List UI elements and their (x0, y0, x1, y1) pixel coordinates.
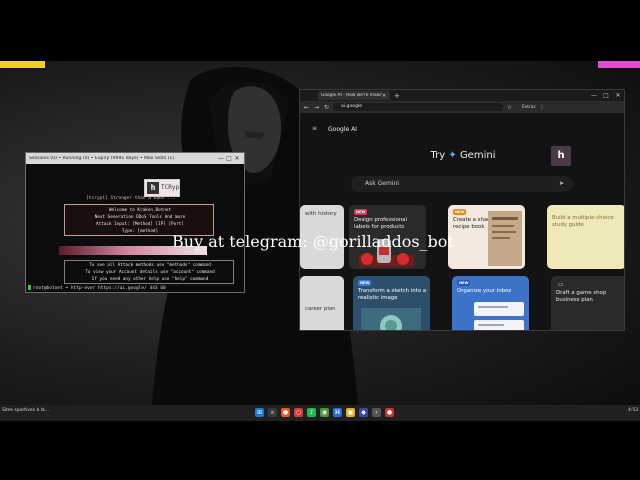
suggestion-card[interactable]: NEW Organize your inbox (452, 276, 529, 330)
firefox-icon[interactable]: ● (281, 408, 290, 417)
app-icon[interactable]: ● (385, 408, 394, 417)
minimize-icon[interactable]: — (217, 153, 225, 164)
card-title: Draft a game shop business plan (556, 290, 607, 303)
logo-box: h TCRyp (144, 179, 180, 197)
browser-tab[interactable]: Google AI - How we're making ✕ (318, 91, 390, 100)
search-placeholder: Ask Gemini (365, 180, 399, 187)
browser-tab-strip: Google AI - How we're making ✕ + — □ ✕ (300, 90, 624, 101)
logo-icon: h (147, 182, 159, 194)
close-icon[interactable]: ✕ (233, 153, 241, 164)
ascii-logo: h TCRyp [tcrypt] Stronger than a ddos ..… (76, 174, 216, 201)
vscode-icon[interactable]: ⌘ (333, 408, 342, 417)
spotify-icon[interactable]: ♪ (307, 408, 316, 417)
menu-icon[interactable]: ⋮ (539, 104, 546, 111)
hint-box: To see all Attack methods use "methods" … (64, 260, 234, 284)
new-tab-button[interactable]: + (394, 92, 400, 100)
taskbar: Sites sportives à la... ⊞ ⌕ ● ○ ♪ ◉ ⌘ ▣ … (0, 405, 640, 421)
terminal-titlebar[interactable]: Sessions (0) • Running (0) • Expiry (999… (26, 153, 244, 164)
address-bar[interactable]: ai.google (333, 103, 503, 111)
menu-line: Attack Input: [Method] [IP] [Port] (96, 222, 184, 227)
logo-caption: [tcrypt] Stronger than a ddos ... (86, 196, 176, 201)
hamburger-icon[interactable]: ≡ (312, 125, 317, 132)
browser-window[interactable]: Google AI - How we're making ✕ + — □ ✕ ←… (299, 89, 625, 331)
new-badge: NEW (358, 280, 372, 286)
suggestion-card[interactable]: NEW Create a shareable family recipe boo… (448, 205, 525, 269)
recipe-book-image (488, 211, 522, 266)
terminal-icon[interactable]: › (372, 408, 381, 417)
card-title: Organize your inbox (457, 288, 512, 294)
cursor-icon (28, 285, 31, 290)
clock[interactable]: 4:53 (628, 408, 638, 413)
suggestion-card[interactable]: career plan (300, 276, 344, 330)
menu-line: Next Generation DDoS Tools And more (94, 215, 186, 220)
forward-icon[interactable]: → (313, 104, 320, 111)
menu-line: Welcome to Kraken Botnet (108, 208, 172, 213)
new-badge: NEW (453, 209, 467, 215)
tab-title: Google AI - How we're making (321, 93, 382, 98)
new-badge: NEW (457, 280, 471, 286)
start-icon[interactable]: ⊞ (255, 408, 264, 417)
browser-page: ≡ Google AI h Try ✦ Gemini Ask Gemini ➤ … (300, 113, 624, 330)
hint-line: To view your Account details use "accoun… (85, 270, 215, 275)
prompt-text: root@botnet ➡ http-ever https://ai.googl… (33, 286, 166, 291)
clipboard-icon: ▭ (558, 281, 564, 288)
taskbar-news-widget[interactable]: Sites sportives à la... (2, 408, 49, 413)
new-badge: NEW (354, 209, 368, 215)
opera-icon[interactable]: ○ (294, 408, 303, 417)
suggestion-card[interactable]: NEW Transform a sketch into a realistic … (353, 276, 430, 330)
back-icon[interactable]: ← (303, 104, 310, 111)
bookmark-icon[interactable]: ☆ (506, 104, 513, 111)
tab-close-icon[interactable]: ✕ (382, 93, 387, 99)
brand-title[interactable]: Google AI (328, 126, 357, 133)
gemini-spark-icon: ✦ (448, 150, 457, 161)
chrome-icon[interactable]: ◉ (320, 408, 329, 417)
card-title: with history (305, 211, 337, 217)
maximize-icon[interactable]: □ (225, 153, 233, 164)
extras-label[interactable]: Extras (522, 105, 536, 110)
search-icon[interactable]: ⌕ (268, 408, 277, 417)
command-prompt[interactable]: root@botnet ➡ http-ever https://ai.googl… (28, 285, 166, 291)
card-title: career plan (305, 306, 336, 312)
card-title: Transform a sketch into a realistic imag… (358, 288, 427, 301)
minimize-icon[interactable]: — (588, 92, 600, 99)
suggestion-card[interactable]: Build a multiple-choice study guide (547, 205, 624, 269)
logo-text: TCRyp (161, 184, 180, 191)
accent-strip-top-right (598, 61, 640, 68)
gemini-label: Gemini (459, 150, 496, 161)
suggestion-card[interactable]: ▭ Draft a game shop business plan (551, 276, 624, 330)
maximize-icon[interactable]: □ (600, 92, 612, 99)
terminal-body[interactable]: h TCRyp [tcrypt] Stronger than a ddos ..… (26, 164, 244, 292)
card-title: Design professional labels for products (354, 217, 407, 230)
terminal-title: Sessions (0) • Running (0) • Expiry (999… (29, 156, 175, 161)
hint-line: To see all Attack methods use "methods" … (89, 263, 211, 268)
watermark-text: Buy at telegram: @gorilladdos_bot (172, 232, 454, 251)
file-explorer-icon[interactable]: ▣ (346, 408, 355, 417)
browser-window-controls: — □ ✕ (588, 92, 624, 99)
bottom-letterbox (0, 421, 640, 480)
accent-strip-top-left (0, 61, 45, 68)
top-letterbox (0, 0, 640, 61)
inbox-image (474, 302, 524, 330)
taskbar-icons: ⊞ ⌕ ● ○ ♪ ◉ ⌘ ▣ ◆ › ● (255, 408, 394, 417)
terminal-window[interactable]: Sessions (0) • Running (0) • Expiry (999… (25, 152, 245, 293)
try-label: Try (430, 150, 446, 161)
close-icon[interactable]: ✕ (612, 92, 624, 99)
try-gemini-heading: Try ✦ Gemini (300, 150, 624, 161)
sketch-image (361, 308, 421, 330)
browser-toolbar: ← → ↻ ai.google ☆ Extras ⋮ (300, 101, 624, 113)
reload-icon[interactable]: ↻ (323, 104, 330, 111)
search-input[interactable]: Ask Gemini ➤ (351, 176, 573, 192)
app-icon[interactable]: ◆ (359, 408, 368, 417)
hint-line: If you need any other help use "help" co… (91, 277, 209, 282)
send-icon[interactable]: ➤ (559, 176, 564, 192)
card-title: Build a multiple-choice study guide (552, 215, 614, 228)
